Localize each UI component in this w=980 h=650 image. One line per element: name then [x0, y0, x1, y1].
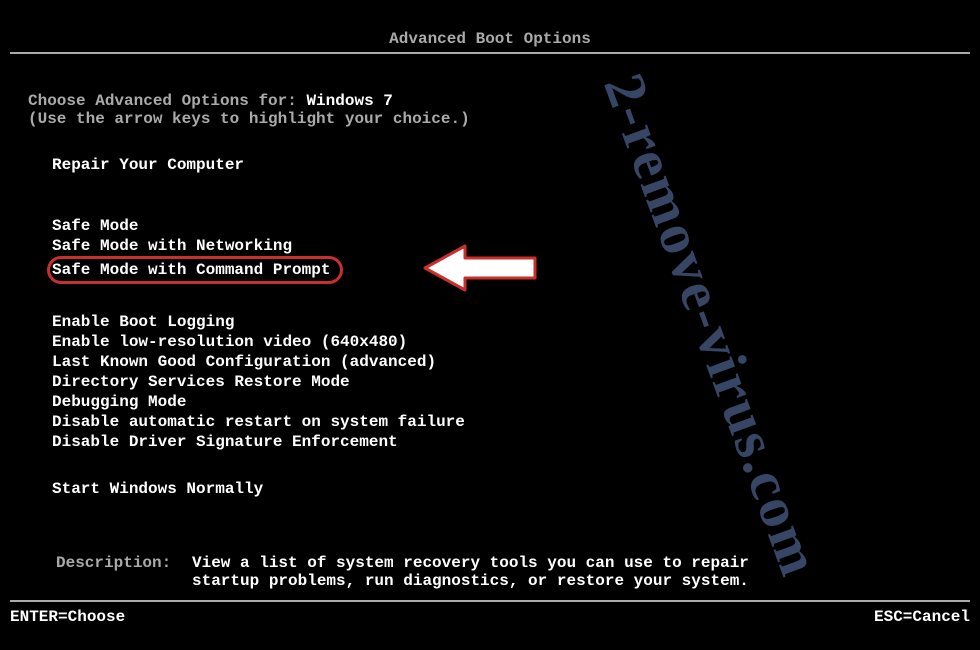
highlight-annotation: Safe Mode with Command Prompt	[47, 256, 343, 284]
choose-line: Choose Advanced Options for: Windows 7	[28, 92, 952, 110]
menu-last-known-good[interactable]: Last Known Good Configuration (advanced)	[52, 352, 952, 372]
arrow-left-icon	[420, 238, 540, 298]
menu-repair-your-computer[interactable]: Repair Your Computer	[28, 156, 952, 174]
footer-bar: ENTER=Choose ESC=Cancel	[10, 600, 970, 626]
description-label: Description:	[56, 554, 192, 590]
menu-disable-driver-sig[interactable]: Disable Driver Signature Enforcement	[52, 432, 952, 452]
menu-safe-mode[interactable]: Safe Mode	[52, 216, 952, 236]
menu-directory-services-restore[interactable]: Directory Services Restore Mode	[52, 372, 952, 392]
menu-safe-mode-command-prompt[interactable]: Safe Mode with Command Prompt	[52, 261, 330, 279]
footer-esc-hint: ESC=Cancel	[874, 608, 970, 626]
highlighted-option-wrap: Safe Mode with Command Prompt	[52, 256, 343, 284]
menu-enable-boot-logging[interactable]: Enable Boot Logging	[52, 312, 952, 332]
safe-mode-block: Safe Mode Safe Mode with Networking Safe…	[28, 216, 952, 284]
options-block: Enable Boot Logging Enable low-resolutio…	[28, 312, 952, 452]
choose-prefix: Choose Advanced Options for:	[28, 92, 306, 110]
page-title: Advanced Boot Options	[0, 0, 980, 52]
menu-low-res-video[interactable]: Enable low-resolution video (640x480)	[52, 332, 952, 352]
content-area: Choose Advanced Options for: Windows 7 (…	[0, 54, 980, 590]
footer-enter-hint: ENTER=Choose	[10, 608, 125, 626]
os-name: Windows 7	[306, 92, 392, 110]
description-section: Description: View a list of system recov…	[28, 554, 952, 590]
description-text: View a list of system recovery tools you…	[192, 554, 749, 590]
menu-debugging-mode[interactable]: Debugging Mode	[52, 392, 952, 412]
description-line-1: View a list of system recovery tools you…	[192, 554, 749, 572]
menu-start-windows-normally[interactable]: Start Windows Normally	[28, 480, 952, 498]
hint-line: (Use the arrow keys to highlight your ch…	[28, 110, 952, 128]
menu-disable-auto-restart[interactable]: Disable automatic restart on system fail…	[52, 412, 952, 432]
description-line-2: startup problems, run diagnostics, or re…	[192, 572, 749, 590]
